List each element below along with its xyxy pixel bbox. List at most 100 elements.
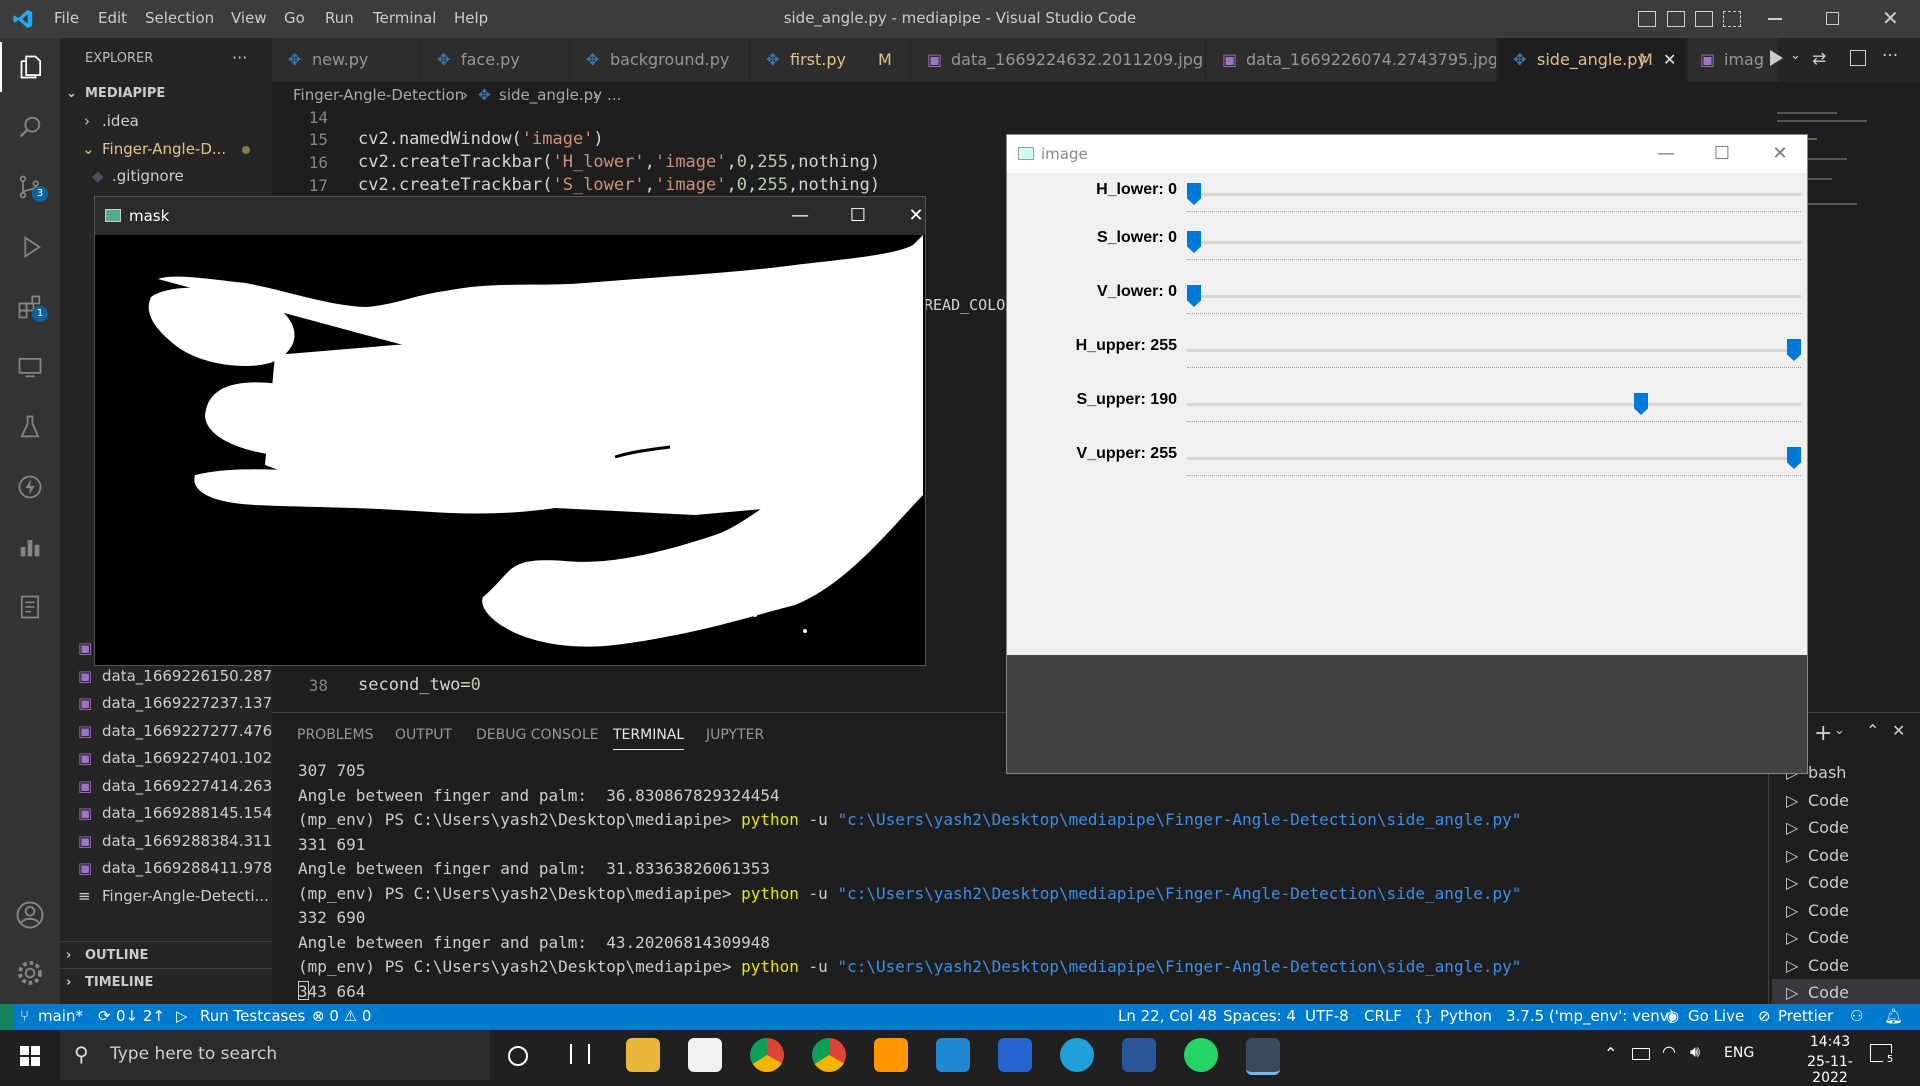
status-position[interactable]: Ln 22, Col 48 (1118, 1007, 1217, 1025)
breadcrumb-file[interactable]: side_angle.py (499, 82, 602, 108)
chrome-taskbar-icon[interactable] (750, 1038, 784, 1072)
compare-changes-icon[interactable]: ⇄ (1812, 49, 1826, 69)
chart-icon[interactable] (0, 522, 60, 572)
menu-terminal[interactable]: Terminal (373, 9, 436, 27)
word-taskbar-icon[interactable] (1122, 1038, 1156, 1072)
close-panel-icon[interactable]: ✕ (1892, 721, 1905, 740)
tree-item-idea[interactable]: › .idea (60, 108, 272, 135)
task-view-icon[interactable] (570, 1044, 590, 1064)
file-explorer-taskbar-icon[interactable] (626, 1038, 660, 1072)
terminal-instance[interactable]: ▷ Code (1772, 869, 1920, 897)
remote-explorer-icon[interactable] (0, 342, 60, 392)
terminal-instance[interactable]: ▷ Code (1772, 814, 1920, 842)
explorer-more-button[interactable]: ··· (232, 48, 247, 67)
trackbar-track[interactable] (1187, 403, 1801, 406)
minimize-icon[interactable] (1768, 18, 1782, 20)
language-indicator[interactable]: ENG (1724, 1045, 1754, 1061)
cortana-icon[interactable] (508, 1046, 528, 1066)
tab-terminal[interactable]: TERMINAL (613, 727, 685, 750)
trackbar-thumb[interactable] (1187, 183, 1201, 205)
tab-output[interactable]: OUTPUT (395, 727, 452, 743)
extensions-icon[interactable]: 1 (0, 282, 60, 332)
trackbar-thumb[interactable] (1787, 447, 1801, 469)
menu-file[interactable]: File (54, 9, 79, 27)
menu-selection[interactable]: Selection (145, 9, 214, 27)
terminal-instance[interactable]: ▷ Code (1772, 924, 1920, 952)
notebook-icon[interactable] (0, 582, 60, 632)
close-icon[interactable]: ✕ (1882, 6, 1899, 30)
status-language[interactable]: Python (1440, 1007, 1492, 1025)
trackbar-track[interactable] (1187, 295, 1801, 298)
tree-item-jpg[interactable]: ▣ data_1669226150.287... (60, 663, 272, 690)
minimize-icon[interactable]: — (777, 197, 823, 235)
tab-debug-console[interactable]: DEBUG CONSOLE (476, 727, 599, 743)
edge-taskbar-icon[interactable] (1060, 1038, 1094, 1072)
breadcrumb-rest[interactable]: ... (607, 82, 621, 108)
wifi-icon[interactable]: ◠ (1662, 1042, 1676, 1061)
chrome-profile-taskbar-icon[interactable] (812, 1038, 846, 1072)
tree-item-jpg[interactable]: ▣ data_1669288411.978... (60, 855, 272, 882)
tab-data-jpg-1[interactable]: ▣ data_1669224632.2011209.jpg (911, 38, 1206, 82)
timeline-section[interactable]: › TIMELINE (60, 968, 272, 996)
clock-date[interactable]: 25-11-2022 (1790, 1054, 1870, 1086)
status-run-tests[interactable]: Run Testcases (200, 1007, 305, 1025)
feedback-icon[interactable]: ⚇ (1850, 1007, 1863, 1025)
manage-gear-icon[interactable] (0, 948, 60, 998)
status-interpreter[interactable]: 3.7.5 ('mp_env': venv) (1506, 1007, 1674, 1025)
status-sync[interactable]: 0↓ 2↑ (116, 1007, 165, 1025)
breadcrumb-folder[interactable]: Finger-Angle-Detection (293, 82, 464, 108)
close-tab-icon[interactable]: ✕ (1663, 38, 1676, 82)
trackbar-track[interactable] (1187, 457, 1801, 460)
minimize-icon[interactable]: — (1643, 135, 1689, 173)
store-taskbar-icon[interactable] (688, 1038, 722, 1072)
accounts-icon[interactable] (0, 890, 60, 940)
battery-icon[interactable] (1632, 1048, 1650, 1060)
maximize-icon[interactable]: ☐ (1699, 135, 1745, 173)
terminal-instance[interactable]: ▷ Code (1772, 979, 1920, 1007)
image-window[interactable]: image — ☐ ✕ H_lower: 0 S_lower: 0 V_lower:… (1006, 134, 1808, 774)
volume-icon[interactable]: 🔊︎ (1690, 1042, 1700, 1062)
testing-icon[interactable] (0, 402, 60, 452)
toggle-secondary-sidebar-icon[interactable] (1695, 11, 1713, 27)
taskbar-search-box[interactable]: ⚲ Type here to search (60, 1030, 490, 1080)
source-control-icon[interactable]: 3 (0, 162, 60, 212)
tree-item-gitignore[interactable]: ◆ .gitignore (60, 163, 272, 190)
split-editor-icon[interactable] (1850, 50, 1866, 66)
action-center-icon[interactable]: 5 (1870, 1044, 1897, 1067)
customize-layout-icon[interactable] (1723, 11, 1741, 27)
trackbar-thumb[interactable] (1634, 393, 1649, 415)
outline-section[interactable]: › OUTLINE (60, 941, 272, 969)
terminal-instance[interactable]: ▷ Code (1772, 952, 1920, 980)
status-prettier[interactable]: Prettier (1778, 1007, 1833, 1025)
status-branch[interactable]: main* (38, 1007, 83, 1025)
maximize-panel-icon[interactable]: ⌃ (1866, 721, 1879, 740)
trackbar-track[interactable] (1187, 349, 1801, 352)
python-taskbar-icon[interactable] (1246, 1038, 1280, 1075)
trackbar-track[interactable] (1187, 241, 1801, 244)
tree-item-jpg[interactable]: ▣ data_1669288145.154... (60, 800, 272, 827)
tree-item-jpg[interactable]: ▣ data_1669227237.137... (60, 690, 272, 717)
tree-item-jpg[interactable]: ▣ data_1669227414.263... (60, 773, 272, 800)
maximize-icon[interactable]: ☐ (835, 197, 881, 235)
trackbar-thumb[interactable] (1787, 339, 1801, 361)
status-go-live[interactable]: Go Live (1688, 1007, 1744, 1025)
trackbar-thumb[interactable] (1187, 285, 1201, 307)
status-eol[interactable]: CRLF (1364, 1007, 1402, 1025)
vscode-taskbar-icon[interactable] (936, 1038, 970, 1072)
more-actions-icon[interactable]: ··· (1882, 46, 1898, 66)
tree-item-jpg[interactable]: ▣ data_1669227401.102... (60, 745, 272, 772)
trackbar-thumb[interactable] (1187, 231, 1201, 253)
tab-first-py[interactable]: ✥ first.py M (750, 38, 911, 82)
run-dropdown-chevron-icon[interactable]: ⌄ (1790, 48, 1801, 63)
whatsapp-taskbar-icon[interactable] (1184, 1038, 1218, 1072)
terminal-instance[interactable]: ▷ Code (1772, 842, 1920, 870)
remote-status[interactable] (0, 1004, 14, 1030)
restore-icon[interactable] (1826, 12, 1839, 25)
tree-item-jpg[interactable]: ▣ data_1669288384.311... (60, 828, 272, 855)
tab-data-jpg-2[interactable]: ▣ data_1669226074.2743795.jpg (1206, 38, 1497, 82)
sublime-taskbar-icon[interactable] (874, 1038, 908, 1072)
windows-start-icon[interactable] (20, 1046, 40, 1066)
todo-taskbar-icon[interactable] (998, 1038, 1032, 1072)
tab-image[interactable]: ▣ imag (1688, 38, 1779, 82)
terminal-instance[interactable]: ▷ Code (1772, 897, 1920, 925)
